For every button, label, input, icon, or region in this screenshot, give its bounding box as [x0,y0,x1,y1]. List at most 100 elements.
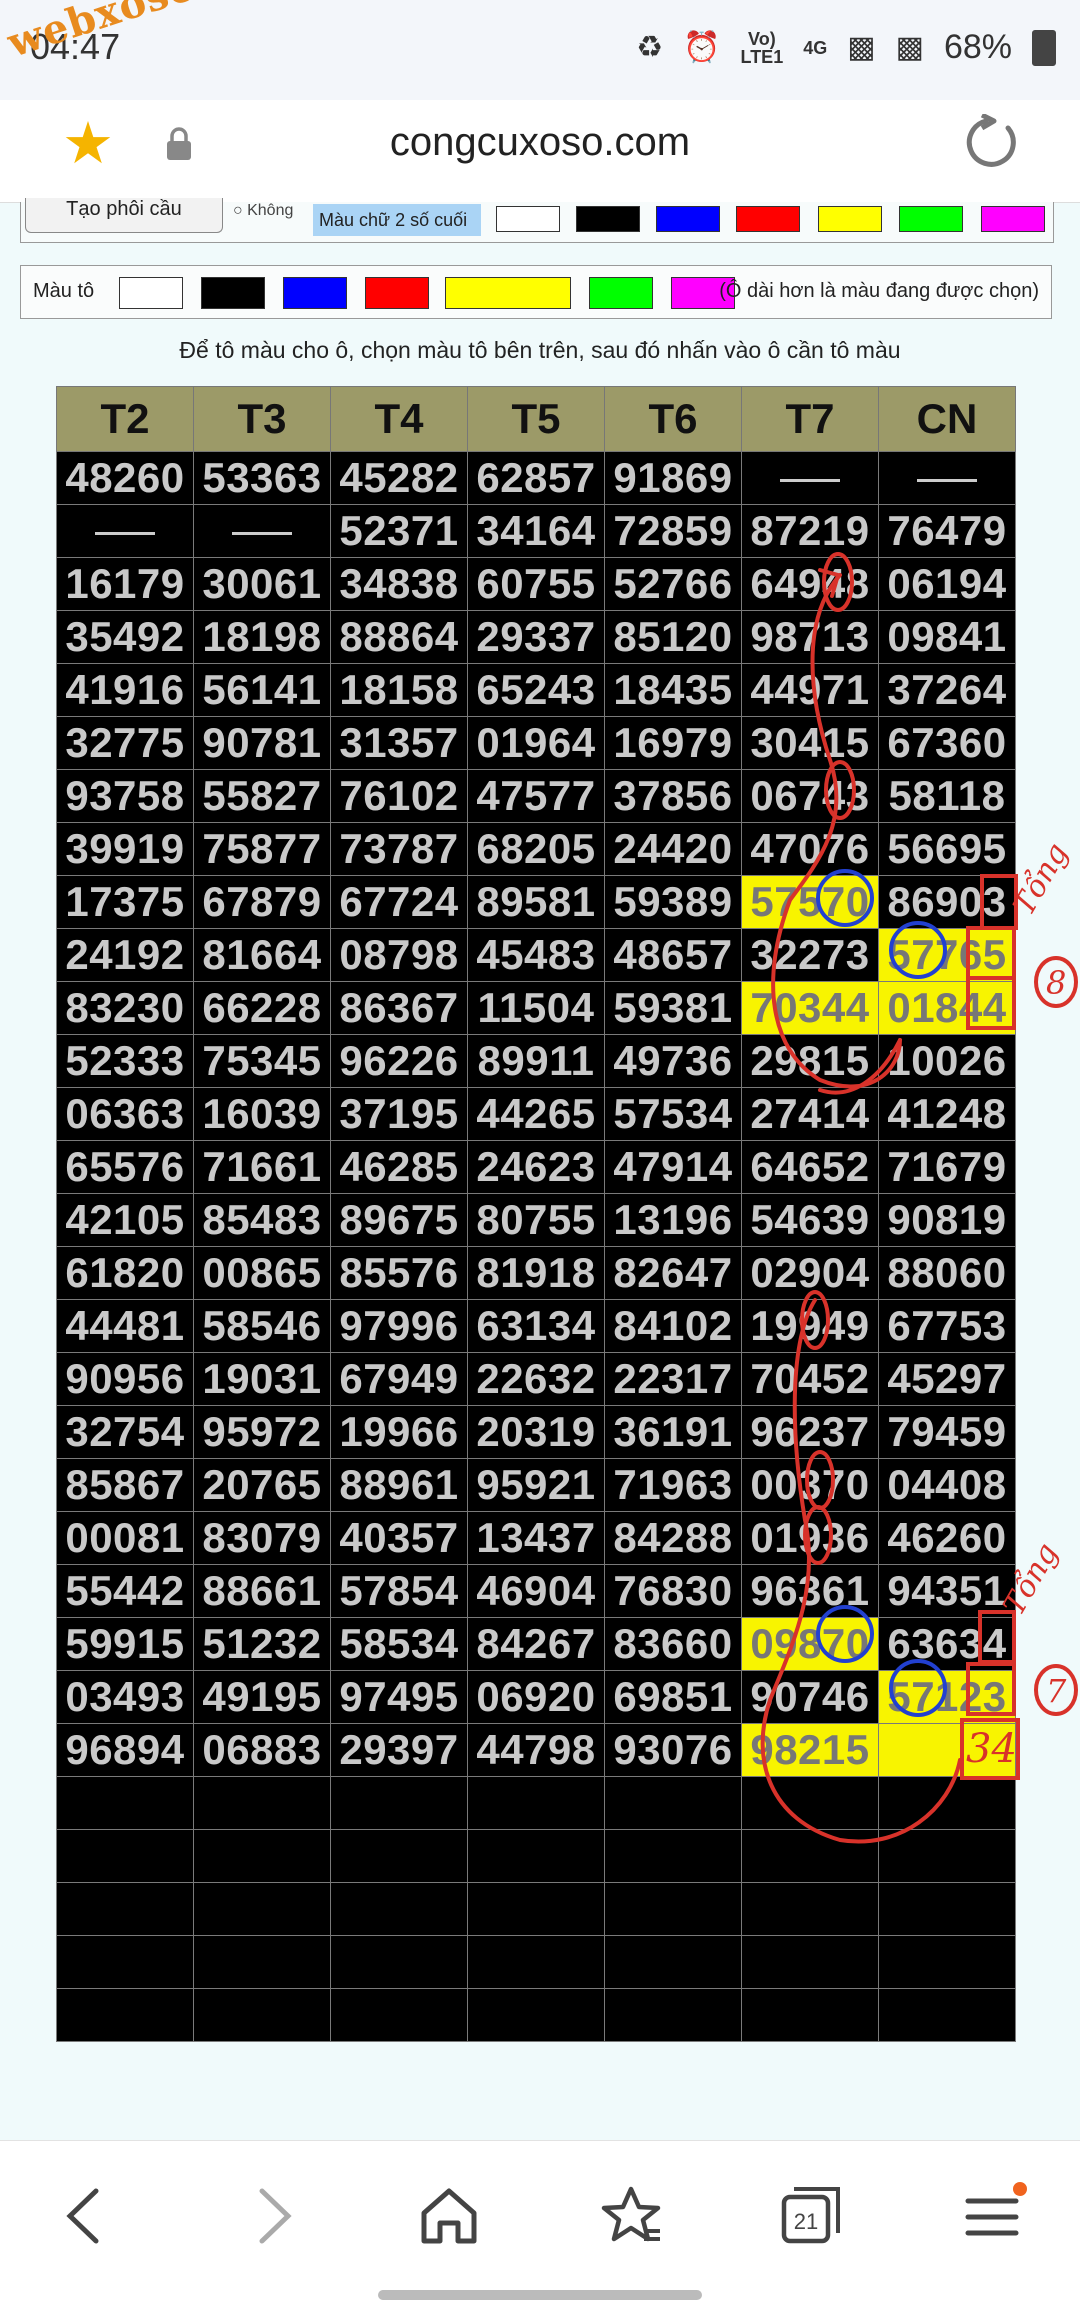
back-icon[interactable] [52,2181,122,2251]
number-cell[interactable] [741,451,879,505]
number-cell[interactable]: 39919 [56,822,194,876]
number-cell[interactable]: 08798 [330,928,468,982]
number-cell[interactable]: 44971 [741,663,879,717]
number-cell[interactable]: 03493 [56,1670,194,1724]
number-cell[interactable]: 47914 [604,1140,742,1194]
number-cell[interactable]: 20765 [193,1458,331,1512]
number-cell[interactable]: 94351 [878,1564,1016,1618]
number-cell[interactable]: 84288 [604,1511,742,1565]
empty-cell[interactable] [330,1776,468,1830]
number-cell[interactable]: 13196 [604,1193,742,1247]
fill-swatch-green[interactable] [589,277,653,309]
text-swatch-magenta[interactable] [981,206,1045,232]
fill-swatch-black[interactable] [201,277,265,309]
number-cell[interactable]: 06883 [193,1723,331,1777]
url-text[interactable]: congcuxoso.com [0,120,1080,165]
number-cell[interactable]: 22317 [604,1352,742,1406]
number-cell[interactable]: 00081 [56,1511,194,1565]
number-cell[interactable]: 42105 [56,1193,194,1247]
number-cell[interactable] [193,504,331,558]
number-cell[interactable]: 46285 [330,1140,468,1194]
number-cell[interactable]: 56695 [878,822,1016,876]
empty-cell[interactable] [56,1829,194,1883]
number-cell[interactable]: 57123 [878,1670,1016,1724]
number-cell[interactable] [56,504,194,558]
empty-cell[interactable] [878,1988,1016,2042]
text-swatch-green[interactable] [899,206,963,232]
number-cell[interactable]: 16179 [56,557,194,611]
number-cell[interactable]: 90781 [193,716,331,770]
number-cell[interactable]: 49195 [193,1670,331,1724]
number-cell[interactable]: 46260 [878,1511,1016,1565]
number-cell[interactable]: 58118 [878,769,1016,823]
empty-cell[interactable] [741,1776,879,1830]
number-cell[interactable]: 16039 [193,1087,331,1141]
text-swatch-red[interactable] [736,206,800,232]
number-cell[interactable]: 49736 [604,1034,742,1088]
empty-cell[interactable] [878,1935,1016,1989]
bookmarks-icon[interactable] [596,2181,666,2251]
home-icon[interactable] [414,2181,484,2251]
number-cell[interactable]: 96894 [56,1723,194,1777]
empty-cell[interactable] [56,1776,194,1830]
number-cell[interactable]: 90956 [56,1352,194,1406]
number-cell[interactable]: 29815 [741,1034,879,1088]
number-cell[interactable]: 09870 [741,1617,879,1671]
empty-cell[interactable] [193,1935,331,1989]
number-cell[interactable]: 52766 [604,557,742,611]
number-cell[interactable]: 66228 [193,981,331,1035]
number-cell[interactable]: 64948 [741,557,879,611]
number-cell[interactable]: 41248 [878,1087,1016,1141]
number-cell[interactable]: 70452 [741,1352,879,1406]
empty-cell[interactable] [604,1935,742,1989]
number-cell[interactable]: 67753 [878,1299,1016,1353]
number-cell[interactable]: 53363 [193,451,331,505]
number-cell[interactable]: 87219 [741,504,879,558]
number-cell[interactable]: 30061 [193,557,331,611]
empty-cell[interactable] [467,1988,605,2042]
number-cell[interactable]: 71963 [604,1458,742,1512]
empty-cell[interactable] [878,1776,1016,1830]
number-cell[interactable]: 11504 [467,981,605,1035]
number-cell[interactable]: 01936 [741,1511,879,1565]
number-cell[interactable]: 58534 [330,1617,468,1671]
number-cell[interactable]: 13437 [467,1511,605,1565]
menu-icon[interactable] [958,2181,1028,2251]
number-cell[interactable]: 35492 [56,610,194,664]
text-swatch-yellow[interactable] [818,206,882,232]
empty-cell[interactable] [193,1882,331,1936]
number-cell[interactable]: 57534 [604,1087,742,1141]
number-cell[interactable]: 84267 [467,1617,605,1671]
number-cell[interactable]: 86367 [330,981,468,1035]
number-cell[interactable]: 67360 [878,716,1016,770]
number-cell[interactable]: 76479 [878,504,1016,558]
number-cell[interactable]: 06363 [56,1087,194,1141]
number-cell[interactable]: 24192 [56,928,194,982]
number-cell[interactable]: 16979 [604,716,742,770]
number-cell[interactable]: 41916 [56,663,194,717]
number-cell[interactable]: 57765 [878,928,1016,982]
number-cell[interactable]: 63134 [467,1299,605,1353]
number-cell[interactable]: 00370 [741,1458,879,1512]
number-cell[interactable]: 85867 [56,1458,194,1512]
number-cell[interactable]: 04408 [878,1458,1016,1512]
number-cell[interactable]: 30415 [741,716,879,770]
fill-swatch-white[interactable] [119,277,183,309]
number-cell[interactable]: 31357 [330,716,468,770]
number-cell[interactable]: 52371 [330,504,468,558]
number-cell[interactable]: 64652 [741,1140,879,1194]
text-swatch-blue[interactable] [656,206,720,232]
number-cell[interactable]: 84102 [604,1299,742,1353]
number-cell[interactable]: 19949 [741,1299,879,1353]
empty-cell[interactable] [467,1776,605,1830]
number-cell[interactable]: 27414 [741,1087,879,1141]
number-cell[interactable]: 83079 [193,1511,331,1565]
empty-cell[interactable] [56,1935,194,1989]
empty-cell[interactable] [467,1935,605,1989]
number-cell[interactable]: 98215 [741,1723,879,1777]
empty-cell[interactable] [467,1829,605,1883]
number-cell[interactable]: 71661 [193,1140,331,1194]
khong-radio[interactable]: ○ Không [233,202,293,220]
number-cell[interactable]: 85576 [330,1246,468,1300]
empty-cell[interactable] [741,1935,879,1989]
